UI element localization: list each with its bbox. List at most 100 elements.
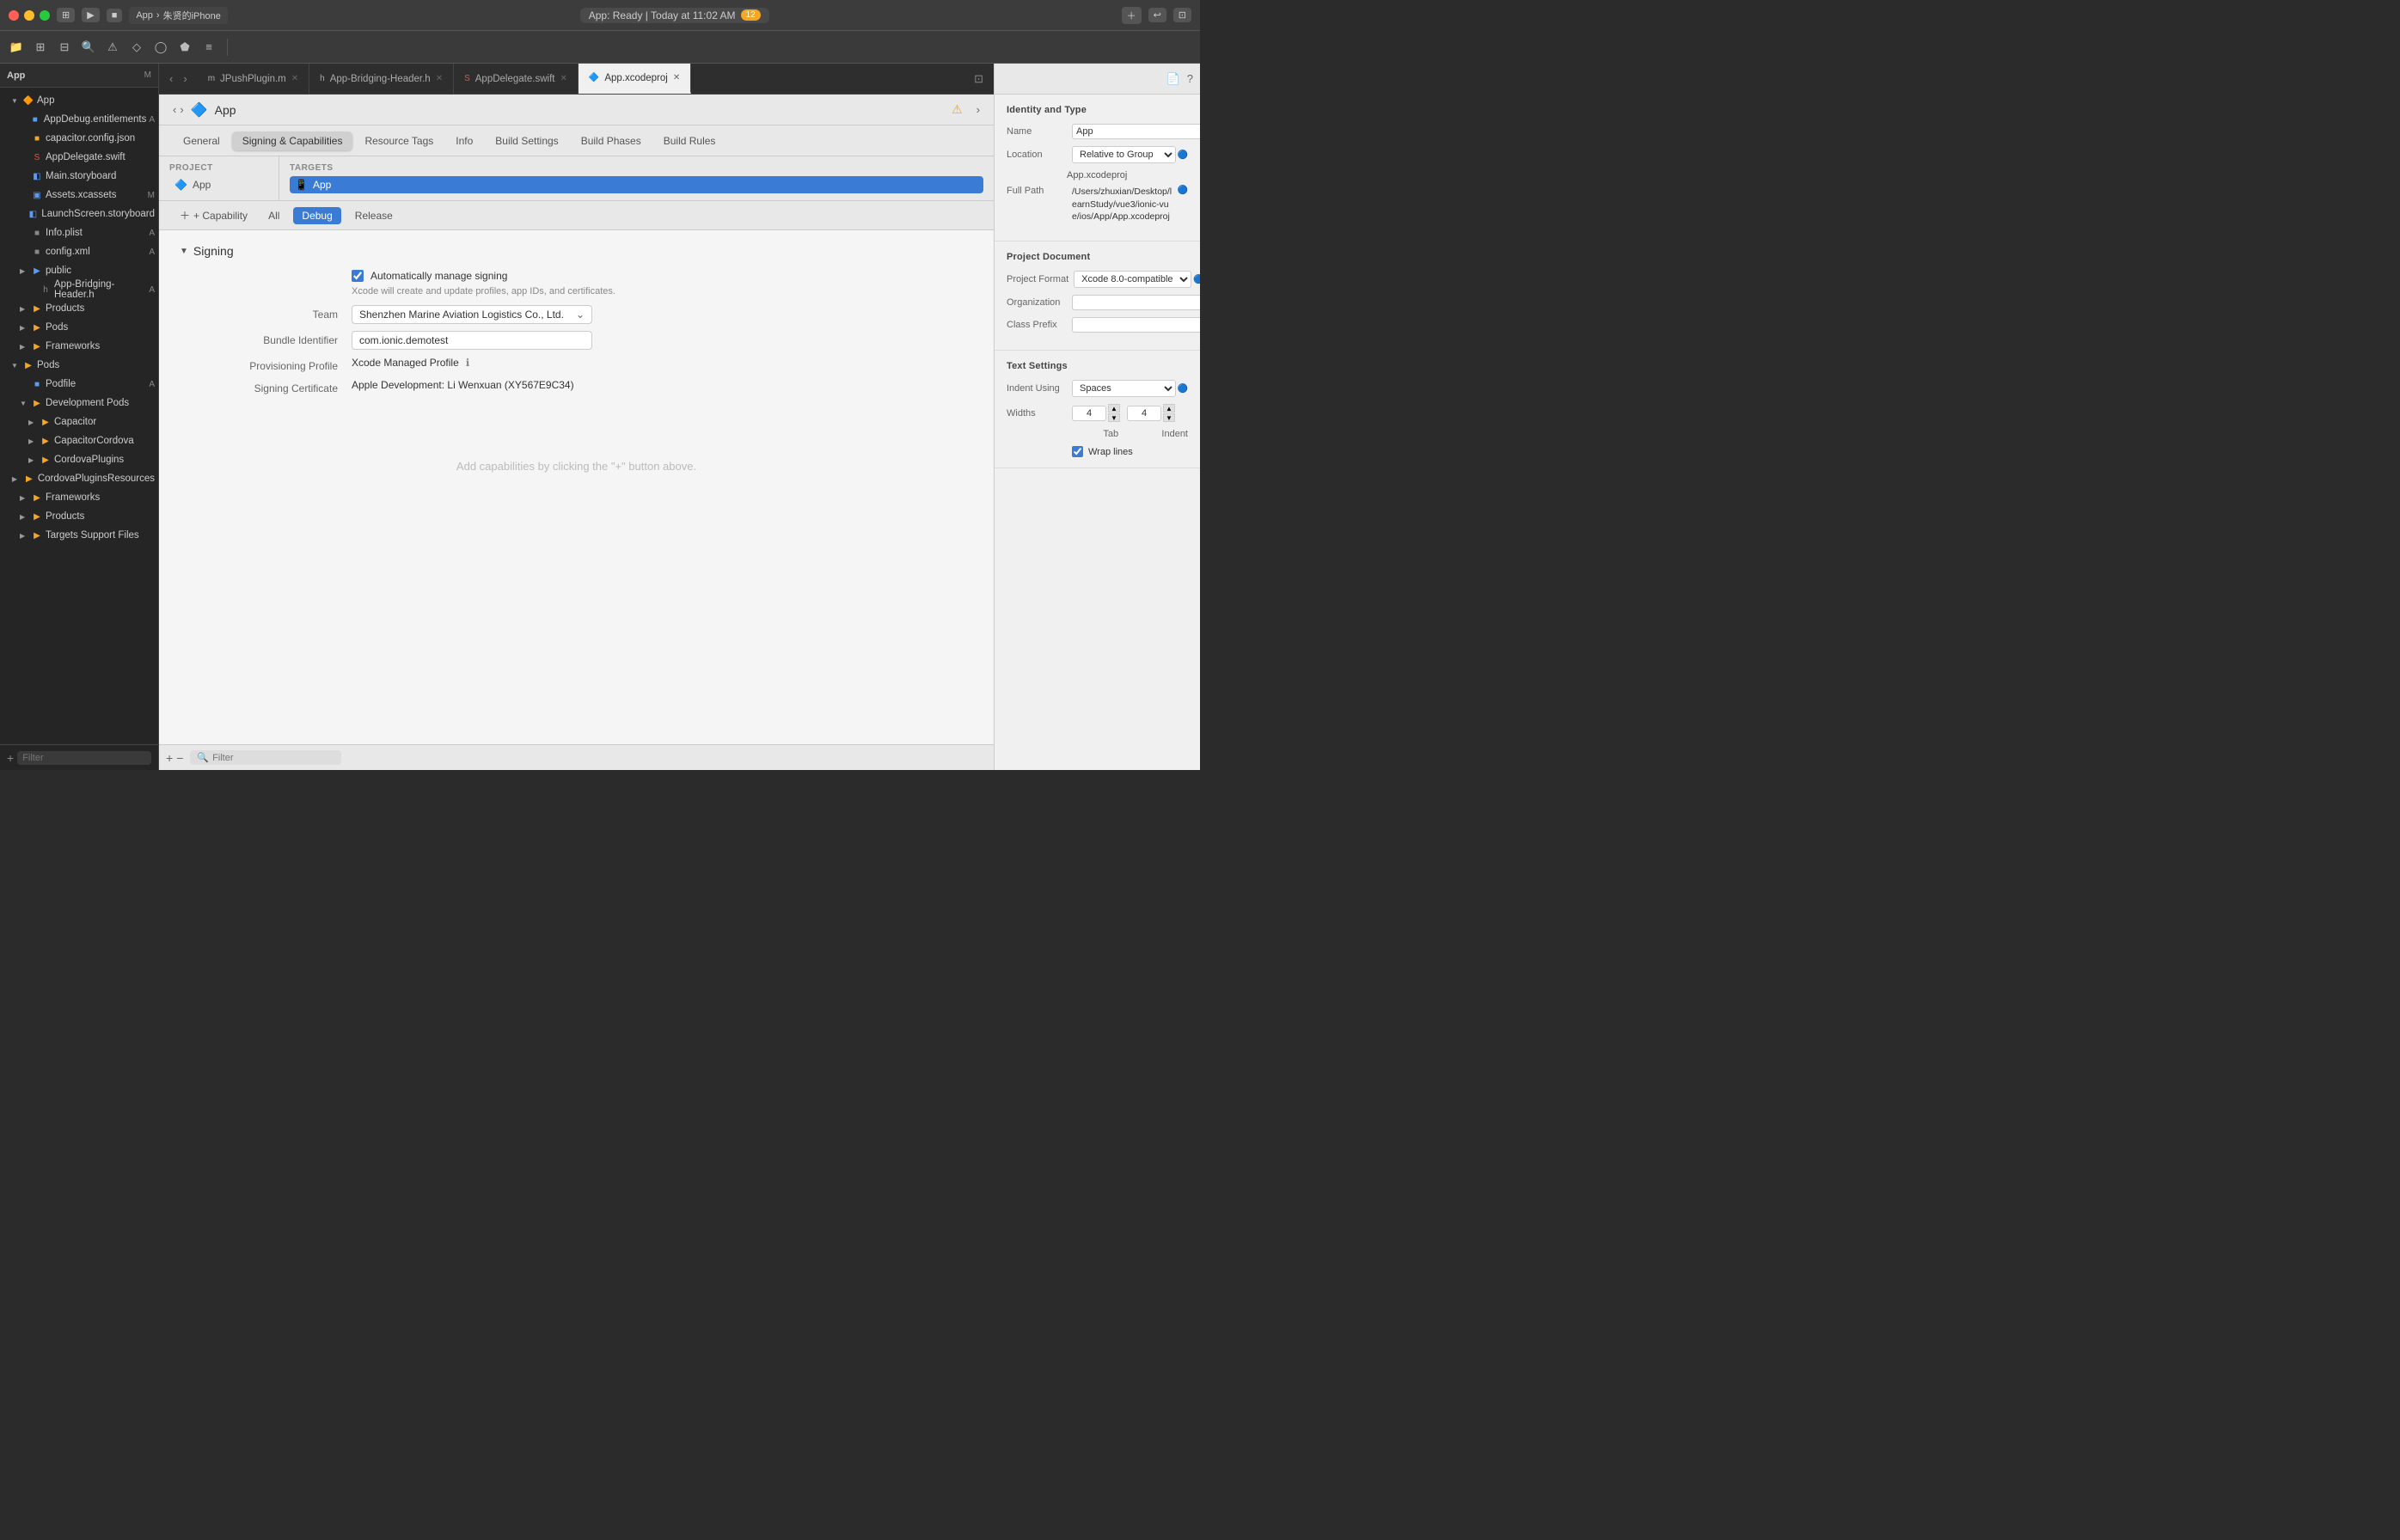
tab-xcodeproj[interactable]: 🔷 App.xcodeproj ✕: [579, 64, 691, 94]
organization-input[interactable]: [1072, 295, 1200, 310]
sidebar-item-frameworks-pods[interactable]: ▶ Frameworks: [0, 488, 158, 507]
sidebar-item-cordovaplugins[interactable]: ▶ CordovaPlugins: [0, 450, 158, 469]
tab-width-decrement[interactable]: ▼: [1108, 413, 1120, 422]
sidebar-item-appdelegate[interactable]: S AppDelegate.swift: [0, 148, 158, 167]
tab-close-icon[interactable]: ✕: [673, 73, 680, 82]
tab-info[interactable]: Info: [445, 131, 483, 150]
tab-signing-capabilities[interactable]: Signing & Capabilities: [232, 131, 353, 150]
indent-using-select[interactable]: Spaces: [1072, 380, 1176, 397]
sidebar-item-podfile[interactable]: ■ Podfile A: [0, 375, 158, 394]
warning-detail-button[interactable]: ›: [973, 101, 983, 118]
return-button[interactable]: ↩: [1148, 8, 1166, 22]
sidebar-item-frameworks-top[interactable]: ▶ Frameworks: [0, 337, 158, 356]
footer-add-button[interactable]: +: [166, 751, 173, 765]
indent-width-increment[interactable]: ▲: [1163, 404, 1175, 412]
tab-close-icon[interactable]: ✕: [436, 74, 443, 83]
folder-icon[interactable]: 📁: [7, 38, 26, 57]
footer-remove-button[interactable]: −: [176, 751, 183, 765]
issue-icon[interactable]: ⚠: [103, 38, 122, 57]
config-tab-release[interactable]: Release: [346, 207, 401, 224]
sidebar-item-public[interactable]: ▶ public: [0, 261, 158, 280]
add-button[interactable]: ＋: [1122, 7, 1142, 24]
tab-close-icon[interactable]: ✕: [291, 74, 298, 83]
tab-delegate[interactable]: S AppDelegate.swift ✕: [454, 64, 579, 94]
search-icon[interactable]: 🔍: [79, 38, 98, 57]
sidebar-item-targets-support[interactable]: ▶ Targets Support Files: [0, 526, 158, 545]
sidebar-item-devpods[interactable]: ▶ Development Pods: [0, 394, 158, 412]
sidebar-item-launchscreen[interactable]: ◧ LaunchScreen.storyboard: [0, 205, 158, 223]
project-item-app[interactable]: 🔷 App: [169, 176, 268, 193]
minimize-button[interactable]: [24, 10, 34, 21]
config-tab-debug[interactable]: Debug: [293, 207, 340, 224]
close-button[interactable]: [9, 10, 19, 21]
sidebar-item-bridging[interactable]: h App-Bridging-Header.h A: [0, 280, 158, 299]
sidebar-item-pods-root[interactable]: ▶ Pods: [0, 356, 158, 375]
tab-resource-tags[interactable]: Resource Tags: [354, 131, 444, 150]
bookmark-icon[interactable]: ⊟: [55, 38, 74, 57]
project-format-select[interactable]: Xcode 8.0-compatible: [1074, 271, 1191, 288]
sidebar-toggle-button[interactable]: ⊞: [57, 8, 75, 22]
breakpoint-icon[interactable]: ⬟: [175, 38, 194, 57]
wrap-lines-checkbox[interactable]: [1072, 446, 1083, 457]
sidebar-item-assets[interactable]: ▣ Assets.xcassets M: [0, 186, 158, 205]
help-icon[interactable]: ?: [1187, 72, 1193, 86]
tab-bridging[interactable]: h App-Bridging-Header.h ✕: [309, 64, 454, 94]
editor-filter-input[interactable]: [212, 753, 334, 763]
auto-manage-checkbox[interactable]: [352, 270, 364, 282]
debug-icon[interactable]: ◯: [151, 38, 170, 57]
name-input[interactable]: [1072, 124, 1200, 139]
tab-close-icon[interactable]: ✕: [560, 74, 566, 83]
indent-width-decrement[interactable]: ▼: [1163, 413, 1175, 422]
sidebar-item-appdebug[interactable]: ■ AppDebug.entitlements A: [0, 110, 158, 129]
layout-button[interactable]: ⊡: [1173, 8, 1191, 22]
sidebar-item-pods[interactable]: ▶ Pods: [0, 318, 158, 337]
location-select[interactable]: Relative to Group: [1072, 146, 1176, 163]
target-item-app[interactable]: 📱 App: [290, 176, 983, 193]
tab-back-button[interactable]: ‹: [166, 70, 176, 87]
nav-forward-arrow[interactable]: ›: [180, 103, 183, 116]
signing-section-header[interactable]: ▼ Signing: [180, 244, 973, 258]
file-inspector-icon[interactable]: 📄: [1166, 72, 1180, 86]
source-control-icon[interactable]: ⊞: [31, 38, 50, 57]
tab-build-rules[interactable]: Build Rules: [653, 131, 726, 150]
info-icon[interactable]: ℹ: [466, 357, 470, 369]
filter-input[interactable]: [17, 751, 151, 765]
tab-build-phases[interactable]: Build Phases: [571, 131, 652, 150]
reveal-icon[interactable]: 🔵: [1178, 186, 1188, 195]
scheme-selector[interactable]: App › 朱贤的iPhone: [129, 7, 228, 24]
sidebar-item-capacitor-pod[interactable]: ▶ Capacitor: [0, 412, 158, 431]
inspector-toggle-button[interactable]: ⊡: [970, 70, 987, 88]
bundle-id-input[interactable]: [352, 331, 592, 350]
proj-icon: 🔷: [589, 73, 599, 82]
tab-width-input[interactable]: [1072, 406, 1106, 421]
sidebar-item-products-top[interactable]: ▶ Products: [0, 299, 158, 318]
sidebar-item-capacitorcordova[interactable]: ▶ CapacitorCordova: [0, 431, 158, 450]
sidebar-item-configxml[interactable]: ■ config.xml A: [0, 242, 158, 261]
nav-back-arrow[interactable]: ‹: [173, 103, 176, 116]
test-icon[interactable]: ◇: [127, 38, 146, 57]
sidebar-item-products-pods[interactable]: ▶ Products: [0, 507, 158, 526]
team-selector[interactable]: Shenzhen Marine Aviation Logistics Co., …: [352, 305, 592, 324]
tab-build-settings[interactable]: Build Settings: [485, 131, 568, 150]
sidebar-item-mainstoryboard[interactable]: ◧ Main.storyboard: [0, 167, 158, 186]
tab-width-increment[interactable]: ▲: [1108, 404, 1120, 412]
class-prefix-input[interactable]: [1072, 317, 1200, 333]
tab-forward-button[interactable]: ›: [180, 70, 190, 87]
sidebar-item-capacitor-json[interactable]: ■ capacitor.config.json: [0, 129, 158, 148]
traffic-lights: [9, 10, 50, 21]
stop-button[interactable]: ■: [107, 9, 123, 22]
tab-jpush[interactable]: m JPushPlugin.m ✕: [198, 64, 309, 94]
maximize-button[interactable]: [40, 10, 50, 21]
run-button[interactable]: ▶: [82, 8, 99, 22]
indent-width-input[interactable]: [1127, 406, 1161, 421]
config-tab-all[interactable]: All: [260, 207, 288, 224]
report-icon[interactable]: ≡: [199, 38, 218, 57]
add-group-button[interactable]: +: [7, 751, 14, 765]
sidebar-item-app-root[interactable]: 🔶 App: [0, 91, 158, 110]
sidebar-item-infoplist[interactable]: ■ Info.plist A: [0, 223, 158, 242]
tab-general[interactable]: General: [173, 131, 230, 150]
divider-icon: ›: [156, 10, 160, 21]
sidebar-item-cordovapluginsres[interactable]: ▶ CordovaPluginsResources: [0, 469, 158, 488]
add-capability-button[interactable]: ＋ + Capability: [173, 205, 254, 225]
warning-badge[interactable]: 12: [741, 9, 761, 21]
